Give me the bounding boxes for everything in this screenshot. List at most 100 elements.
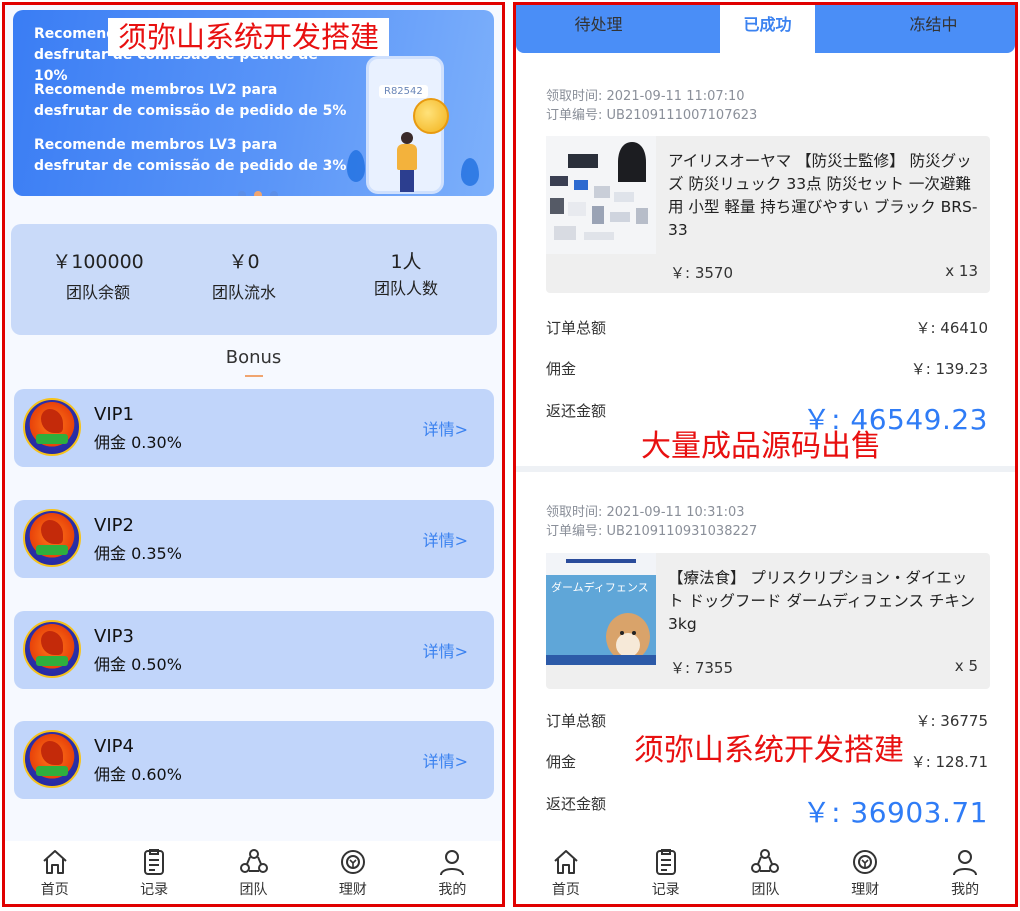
user-icon	[953, 850, 978, 876]
vip-rate: 佣金 0.35%	[94, 544, 182, 563]
bottom-nav: 首页 记录 团队 理财 我的	[516, 841, 1015, 904]
vip-logo-icon	[23, 620, 81, 678]
nav-records[interactable]: 记录	[616, 841, 716, 904]
vip-rate: 佣金 0.60%	[94, 765, 182, 784]
tab-pending[interactable]: 待处理	[516, 5, 681, 53]
order-total-value: ￥: 36775	[915, 712, 988, 730]
person-illustration-legs	[400, 170, 414, 192]
vip-rate: 佣金 0.50%	[94, 655, 182, 674]
refund-label: 返还金额	[546, 402, 607, 420]
carousel-dot-active[interactable]	[254, 191, 262, 196]
order-separator	[516, 466, 1015, 472]
product-title: 【療法食】 プリスクリプション・ダイエット ドッグフード ダームディフェンス チ…	[668, 569, 975, 633]
vip-card-1[interactable]: VIP1 佣金 0.30% 详情>	[14, 389, 494, 467]
order-number: 订单编号: UB2109110931038227	[546, 524, 758, 539]
nav-finance[interactable]: 理财	[303, 841, 402, 904]
product-quantity: x 13	[945, 262, 978, 280]
nav-profile[interactable]: 我的	[403, 841, 502, 904]
banner-line-3: Recomende membros LV3 para desfrutar de …	[34, 137, 347, 174]
product-image-text: ダームディフェンス	[551, 580, 649, 594]
carousel-dot[interactable]	[238, 191, 246, 196]
nav-label: 我的	[951, 882, 980, 898]
carousel-dot[interactable]	[270, 191, 278, 196]
vip-rate: 佣金 0.30%	[94, 433, 182, 452]
bonus-underline	[245, 375, 263, 377]
tab-success[interactable]: 已成功	[720, 5, 815, 53]
phone-code: R82542	[379, 85, 428, 98]
nav-label: 团队	[751, 882, 780, 898]
watermark-text: 须弥山系统开发搭建	[108, 18, 390, 56]
vip-logo-icon	[23, 730, 81, 788]
team-stats-card: ￥100000 团队余额 ￥0 团队流水 1人 团队人数	[11, 224, 497, 335]
order-total-value: ￥: 46410	[915, 319, 988, 337]
home-icon	[554, 850, 578, 874]
team-icon	[239, 849, 268, 873]
vip-detail-link[interactable]: 详情>	[423, 416, 468, 440]
carousel-dots	[238, 191, 278, 196]
person-illustration-body	[397, 144, 417, 170]
vip-card-4[interactable]: VIP4 佣金 0.60% 详情>	[14, 721, 494, 799]
banner-line-2: Recomende membros LV2 para desfrutar de …	[34, 82, 347, 119]
clipboard-icon	[655, 849, 676, 875]
vip-logo-icon	[23, 398, 81, 456]
vip-detail-link[interactable]: 详情>	[423, 748, 468, 772]
stat-team-balance: ￥100000 团队余额	[39, 249, 157, 305]
clipboard-icon	[144, 849, 165, 875]
product-image	[546, 136, 656, 254]
plant-decoration	[347, 150, 365, 182]
nav-profile[interactable]: 我的	[915, 841, 1015, 904]
product-title: アイリスオーヤマ 【防災士監修】 防災グッズ 防災リュック 33点 防災セット …	[668, 152, 978, 239]
vip-name: VIP3	[94, 626, 134, 647]
nav-team[interactable]: 团队	[204, 841, 303, 904]
watermark-text: 须弥山系统开发搭建	[634, 733, 904, 768]
vip-name: VIP4	[94, 736, 134, 757]
stat-value: 1人	[390, 251, 422, 273]
order-product[interactable]: ダームディフェンス 【療法食】 プリスクリプション・ダイエット ドッグフード ダ…	[546, 553, 990, 689]
vip-name: VIP2	[94, 515, 134, 536]
nav-label: 团队	[239, 882, 268, 898]
nav-records[interactable]: 记录	[104, 841, 203, 904]
order-claim-time: 领取时间: 2021-09-11 11:07:10	[546, 89, 745, 104]
vip-card-2[interactable]: VIP2 佣金 0.35% 详情>	[14, 500, 494, 578]
vip-card-3[interactable]: VIP3 佣金 0.50% 详情>	[14, 611, 494, 689]
order-number: 订单编号: UB2109111007107623	[546, 108, 758, 123]
product-quantity: x 5	[954, 657, 978, 675]
nav-label: 首页	[551, 882, 580, 898]
order-product[interactable]: アイリスオーヤマ 【防災士監修】 防災グッズ 防災リュック 33点 防災セット …	[546, 136, 990, 293]
coin-icon	[413, 98, 449, 134]
vip-detail-link[interactable]: 详情>	[423, 527, 468, 551]
product-price: ￥: 3570	[670, 264, 733, 282]
commission-value: ￥: 139.23	[910, 360, 988, 378]
person-illustration-head	[401, 132, 413, 144]
team-panel: Recomende membros LV1 para desfrutar de …	[2, 2, 505, 907]
stat-label: 团队余额	[65, 283, 130, 302]
home-icon	[43, 850, 67, 874]
nav-team[interactable]: 团队	[716, 841, 816, 904]
tab-frozen[interactable]: 冻结中	[856, 5, 1011, 53]
finance-icon	[853, 850, 878, 874]
nav-label: 我的	[438, 882, 467, 898]
user-icon	[440, 850, 465, 876]
vip-name: VIP1	[94, 404, 134, 425]
refund-amount: ￥: 36903.71	[802, 796, 988, 829]
vip-detail-link[interactable]: 详情>	[423, 638, 468, 662]
nav-home[interactable]: 首页	[5, 841, 104, 904]
product-image: ダームディフェンス	[546, 553, 656, 665]
team-icon	[751, 849, 780, 873]
commission-label: 佣金	[546, 360, 577, 378]
order-tabs: 待处理 已成功 冻结中	[516, 5, 1015, 53]
order-claim-time: 领取时间: 2021-09-11 10:31:03	[546, 505, 745, 520]
stat-label: 团队流水	[211, 283, 276, 302]
finance-icon	[340, 850, 365, 874]
stat-label: 团队人数	[373, 279, 438, 298]
orders-panel: 待处理 已成功 冻结中 领取时间: 2021-09-11 11:07:10 订单…	[513, 2, 1018, 907]
nav-label: 理财	[338, 882, 367, 898]
stat-value: ￥100000	[52, 251, 144, 273]
commission-value: ￥: 128.71	[910, 753, 988, 771]
stat-team-members: 1人 团队人数	[347, 249, 465, 301]
nav-home[interactable]: 首页	[516, 841, 616, 904]
stat-team-flow: ￥0 团队流水	[185, 249, 303, 305]
nav-finance[interactable]: 理财	[815, 841, 915, 904]
stat-value: ￥0	[228, 251, 260, 273]
nav-label: 理财	[851, 882, 880, 898]
